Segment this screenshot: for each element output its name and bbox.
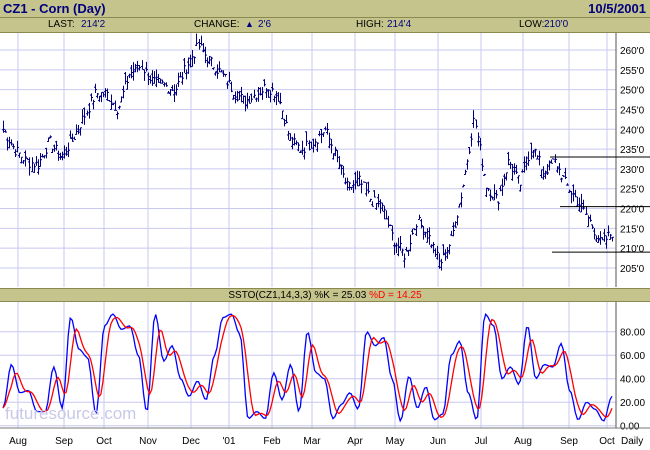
stoch-tick-label: 20.00 xyxy=(620,398,645,409)
price-tick-label: 245'0 xyxy=(620,105,645,116)
x-tick-label: Aug xyxy=(9,436,27,447)
low-label: LOW: xyxy=(519,19,545,30)
high-value: 214'4 xyxy=(387,19,412,30)
stoch-tick-label: 80.00 xyxy=(620,328,645,339)
price-tick-label: 240'0 xyxy=(620,125,645,136)
high-label: HIGH: xyxy=(356,19,384,30)
x-period-label: Daily xyxy=(621,436,643,447)
chart-title: CZ1 - Corn (Day) xyxy=(3,1,106,16)
x-tick-label: Aug xyxy=(514,436,532,447)
price-tick-label: 205'0 xyxy=(620,264,645,275)
x-tick-label: Dec xyxy=(182,436,200,447)
chart-date: 10/5/2001 xyxy=(588,1,646,16)
indicator-d-label: %D = 14.25 xyxy=(369,290,422,301)
x-tick-label: Oct xyxy=(96,436,112,447)
watermark: futuresource.com xyxy=(5,404,136,423)
price-tick-label: 225'0 xyxy=(620,185,645,196)
stoch-k-line xyxy=(2,312,613,423)
last-value: 214'2 xyxy=(81,19,106,30)
x-tick-label: May xyxy=(386,436,405,447)
x-tick-label: Feb xyxy=(263,436,281,447)
price-tick-label: 220'0 xyxy=(620,205,645,216)
x-tick-label: Jun xyxy=(430,436,446,447)
price-tick-label: 215'0 xyxy=(620,224,645,235)
price-bars xyxy=(2,33,614,271)
stoch-tick-label: 40.00 xyxy=(620,375,645,386)
x-tick-label: Sep xyxy=(560,436,578,447)
x-tick-label: Mar xyxy=(303,436,321,447)
stoch-tick-label: 60.00 xyxy=(620,351,645,362)
x-tick-label: Sep xyxy=(55,436,73,447)
title-bar: CZ1 - Corn (Day) 10/5/2001 xyxy=(0,0,650,18)
x-tick-label: Nov xyxy=(139,436,157,447)
x-tick-label: '01 xyxy=(222,436,235,447)
low-value: 210'0 xyxy=(544,19,569,30)
price-tick-label: 210'0 xyxy=(620,244,645,255)
indicator-k-label: SSTO(CZ1,14,3,3) %K = 25.03 xyxy=(228,290,367,301)
gridlines xyxy=(0,33,616,428)
price-tick-label: 260'0 xyxy=(620,46,645,57)
price-tick-label: 235'0 xyxy=(620,145,645,156)
price-tick-label: 230'0 xyxy=(620,165,645,176)
change-value: 2'6 xyxy=(258,19,272,30)
x-tick-label: Apr xyxy=(347,436,363,447)
price-tick-label: 250'0 xyxy=(620,86,645,97)
x-tick-label: Oct xyxy=(599,436,615,447)
up-arrow-icon: ▲ xyxy=(245,19,254,29)
change-label: CHANGE: xyxy=(194,19,240,30)
stoch-d-line xyxy=(2,314,613,419)
x-tick-label: Jul xyxy=(475,436,488,447)
stoch-tick-label: 0.00 xyxy=(620,422,640,433)
chart-canvas: 205'0 210'0 215'0 220'0 225'0 230'0 235'0 240'0… xyxy=(0,33,650,447)
price-tick-label: 255'0 xyxy=(620,66,645,77)
info-bar: LAST: 214'2 CHANGE: ▲ 2'6 HIGH: 214'4 LO… xyxy=(0,18,650,33)
indicator-header: SSTO(CZ1,14,3,3) %K = 25.03 %D = 14.25 xyxy=(0,288,650,302)
last-label: LAST: xyxy=(48,19,75,30)
